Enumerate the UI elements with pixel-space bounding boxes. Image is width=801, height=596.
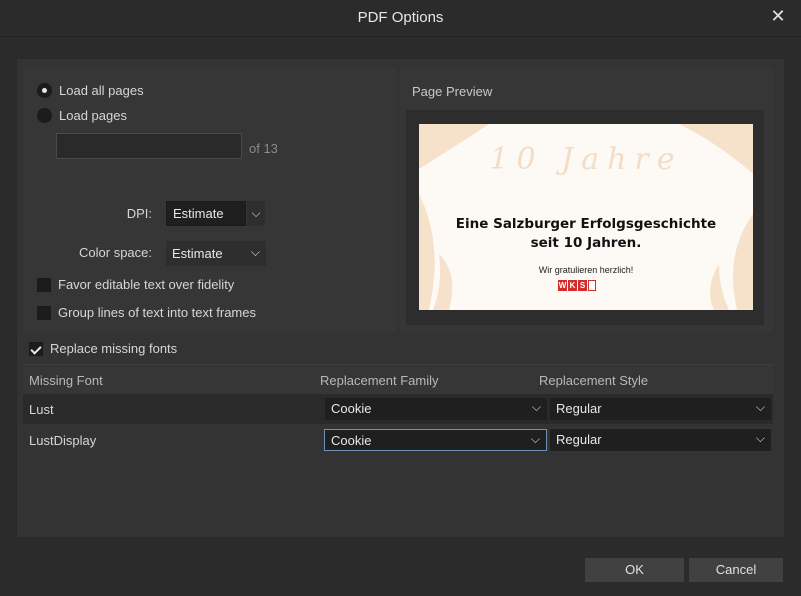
column-header-replacement-family: Replacement Family xyxy=(320,373,439,388)
missing-font-name: Lust xyxy=(29,402,54,417)
page-thumbnail: 10 Jahre Eine Salzburger Erfolgsgeschich… xyxy=(419,124,753,310)
load-all-pages-label: Load all pages xyxy=(59,83,144,98)
logo-emblem-icon xyxy=(588,280,596,291)
chevron-down-icon: ⌵ xyxy=(250,245,260,259)
table-row[interactable]: LustDisplay Cookie ⌵ Regular ⌵ xyxy=(23,425,773,455)
import-settings-pane xyxy=(23,67,396,332)
group-lines-label: Group lines of text into text frames xyxy=(58,305,256,320)
dpi-label: DPI: xyxy=(126,206,152,221)
logo-letter: W xyxy=(558,280,567,291)
missing-font-name: LustDisplay xyxy=(29,433,97,448)
color-space-select[interactable]: Estimate ⌵ xyxy=(166,241,266,266)
radio-selected-icon xyxy=(37,83,52,98)
thumbnail-headline: Eine Salzburger Erfolgsgeschichte seit 1… xyxy=(419,215,753,253)
replacement-family-value: Cookie xyxy=(331,401,372,416)
chevron-down-icon: ⌵ xyxy=(531,400,541,414)
favor-editable-label: Favor editable text over fidelity xyxy=(58,277,235,292)
color-space-value: Estimate xyxy=(172,246,223,261)
dpi-dropdown-button[interactable]: ⌵ xyxy=(247,201,265,226)
replace-missing-fonts-label: Replace missing fonts xyxy=(50,341,178,356)
chevron-down-icon: ⌵ xyxy=(530,432,540,446)
favor-editable-checkbox[interactable]: Favor editable text over fidelity xyxy=(37,277,234,292)
chevron-down-icon: ⌵ xyxy=(251,206,261,220)
ok-button[interactable]: OK xyxy=(585,558,684,582)
replacement-style-select[interactable]: Regular ⌵ xyxy=(550,398,771,420)
logo-letter: S xyxy=(578,280,587,291)
load-pages-radio[interactable]: Load pages xyxy=(37,108,127,123)
checkbox-icon xyxy=(37,277,51,292)
dpi-input[interactable]: Estimate xyxy=(166,201,246,226)
checkbox-icon xyxy=(37,305,51,320)
group-lines-checkbox[interactable]: Group lines of text into text frames xyxy=(37,305,256,320)
table-row[interactable]: Lust Cookie ⌵ Regular ⌵ xyxy=(23,394,773,424)
logo-letter: K xyxy=(568,280,577,291)
chevron-down-icon: ⌵ xyxy=(755,431,765,445)
replacement-family-value: Cookie xyxy=(331,433,372,448)
color-space-label: Color space: xyxy=(79,245,152,260)
checkbox-checked-icon xyxy=(29,341,43,356)
title-bar: PDF Options ✕ xyxy=(0,0,801,37)
thumbnail-headline-line2: seit 10 Jahren. xyxy=(530,235,642,251)
column-header-replacement-style: Replacement Style xyxy=(539,373,649,388)
wks-logo: W K S xyxy=(558,280,613,292)
thumbnail-headline-line1: Eine Salzburger Erfolgsgeschichte xyxy=(455,216,717,232)
radio-unselected-icon xyxy=(37,108,52,123)
fonts-table-header: Missing Font Replacement Family Replacem… xyxy=(23,364,773,395)
replacement-style-value: Regular xyxy=(556,432,602,447)
thumbnail-subtext: Wir gratulieren herzlich! xyxy=(538,265,634,275)
replacement-family-select[interactable]: Cookie ⌵ xyxy=(325,398,547,420)
replacement-style-value: Regular xyxy=(556,401,602,416)
column-header-missing-font: Missing Font xyxy=(29,373,103,388)
replacement-style-select[interactable]: Regular ⌵ xyxy=(550,429,771,451)
replacement-family-select[interactable]: Cookie ⌵ xyxy=(324,429,547,451)
page-count-label: of 13 xyxy=(249,141,278,156)
close-icon[interactable]: ✕ xyxy=(769,7,787,25)
pages-range-input[interactable] xyxy=(56,133,242,159)
load-pages-label: Load pages xyxy=(59,108,127,123)
chevron-down-icon: ⌵ xyxy=(755,400,765,414)
load-all-pages-radio[interactable]: Load all pages xyxy=(37,83,144,98)
dialog-title: PDF Options xyxy=(357,9,444,26)
thumbnail-script-heading: 10 Jahre xyxy=(489,142,683,177)
cancel-button[interactable]: Cancel xyxy=(689,558,783,582)
page-preview-label: Page Preview xyxy=(412,84,493,99)
replace-missing-fonts-checkbox[interactable]: Replace missing fonts xyxy=(29,341,177,356)
